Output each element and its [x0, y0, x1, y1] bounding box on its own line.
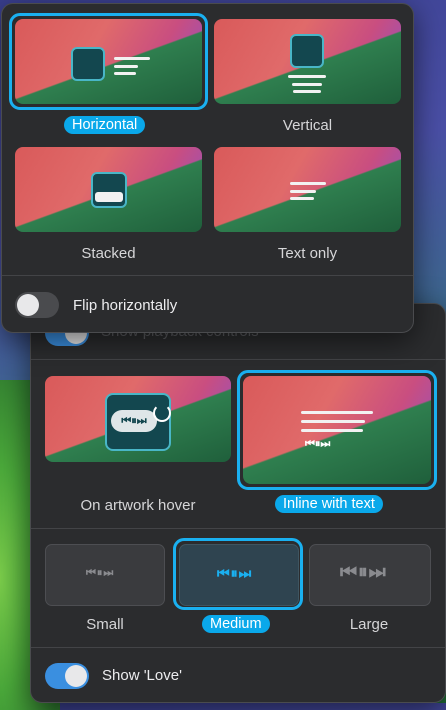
text-line: [114, 57, 150, 60]
show-love-label: Show 'Love': [102, 667, 182, 684]
option-on-artwork-hover[interactable]: ⏮⏸⏭: [45, 376, 231, 462]
artwork-preview: ⏮⏸⏭: [105, 393, 171, 451]
option-text-only[interactable]: [214, 147, 401, 232]
text-line: [290, 190, 316, 193]
separator: [31, 528, 445, 529]
text-line: [288, 75, 326, 78]
playback-settings-panel: Show playback controls ⏮⏸⏭ On artwork ho…: [30, 303, 446, 703]
caption-vertical: Vertical: [282, 117, 333, 134]
text-line: [290, 197, 314, 200]
playback-small-icon: ⏮⏸⏭: [86, 567, 115, 579]
stacked-text-block: [95, 192, 123, 202]
flip-horizontally-toggle[interactable]: [15, 292, 59, 318]
caption-small: Small: [86, 616, 124, 633]
option-stacked[interactable]: [15, 147, 202, 232]
caption-stacked: Stacked: [81, 245, 136, 262]
flip-horizontally-label: Flip horizontally: [73, 297, 178, 314]
artwork-icon: [91, 172, 127, 208]
text-line: [114, 65, 138, 68]
text-line: [301, 429, 363, 432]
artwork-icon: [71, 47, 105, 81]
option-inline-with-text[interactable]: ⏮⏸⏭: [243, 376, 431, 484]
text-line: [293, 90, 321, 93]
caption-large: Large: [349, 616, 389, 633]
caption-horizontal: Horizontal: [64, 116, 146, 134]
playback-medium-icon: ⏮⏸⏭: [217, 565, 253, 581]
size-option-medium[interactable]: ⏮⏸⏭: [179, 544, 299, 606]
artwork-icon: [290, 34, 324, 68]
text-line: [292, 83, 322, 86]
caption-text-only: Text only: [277, 245, 338, 262]
layout-settings-panel: Horizontal Vertical Stacked Text only Fl…: [1, 3, 414, 333]
separator: [31, 359, 445, 360]
cursor-icon: [153, 404, 171, 422]
caption-medium: Medium: [202, 615, 270, 633]
playback-large-icon: ⏮⏸⏭: [340, 562, 387, 583]
size-option-small[interactable]: ⏮⏸⏭: [45, 544, 165, 606]
caption-on-artwork-hover: On artwork hover: [80, 497, 196, 514]
separator: [31, 647, 445, 648]
option-vertical[interactable]: [214, 19, 401, 104]
text-line: [301, 411, 373, 414]
size-option-large[interactable]: ⏮⏸⏭: [309, 544, 431, 606]
text-line: [114, 72, 136, 75]
option-horizontal[interactable]: [15, 19, 202, 104]
playback-controls-icon: ⏮⏸⏭: [305, 438, 331, 450]
text-line: [290, 182, 326, 185]
text-line: [301, 420, 365, 423]
caption-inline-with-text: Inline with text: [275, 495, 383, 513]
separator: [2, 275, 413, 276]
playback-pill-icon: ⏮⏸⏭: [111, 410, 157, 432]
show-love-toggle[interactable]: [45, 663, 89, 689]
